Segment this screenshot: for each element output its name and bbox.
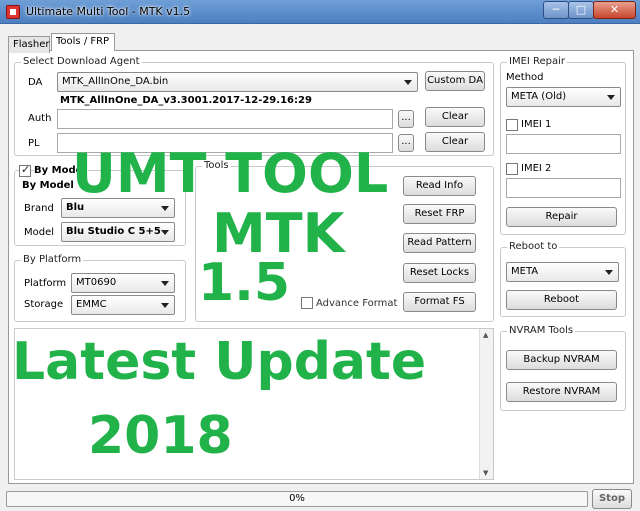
advance-format-checkbox[interactable] (301, 297, 313, 309)
log-scrollbar[interactable]: ▲ ▼ (479, 329, 493, 479)
pl-clear-button[interactable]: Clear (425, 132, 485, 152)
overlay-line-umt-tool: UMT TOOL (72, 142, 389, 205)
by-model-checkbox[interactable]: ✓ (19, 163, 31, 177)
pl-label: PL (28, 138, 40, 149)
backup-nvram-button[interactable]: Backup NVRAM (506, 350, 617, 370)
progress-text: 0% (289, 493, 305, 504)
advance-format-label: Advance Format (316, 298, 398, 309)
chevron-down-icon (161, 281, 169, 286)
pl-browse-button[interactable]: ... (398, 134, 414, 152)
custom-da-button[interactable]: Custom DA (425, 71, 485, 91)
imei2-checkbox[interactable] (506, 163, 518, 175)
nvram-label: NVRAM Tools (507, 325, 576, 336)
reboot-label: Reboot to (507, 241, 560, 252)
repair-button[interactable]: Repair (506, 207, 617, 227)
progress-bar: 0% (6, 491, 588, 507)
chevron-down-icon (161, 303, 169, 308)
overlay-line-latest-update: Latest Update (12, 332, 427, 392)
scroll-up-icon[interactable]: ▲ (483, 331, 488, 339)
chevron-down-icon (607, 95, 615, 100)
imei2-label: IMEI 2 (521, 163, 552, 174)
restore-nvram-button[interactable]: Restore NVRAM (506, 382, 617, 402)
storage-label: Storage (24, 299, 64, 310)
reboot-mode-select[interactable]: META (506, 262, 619, 282)
storage-select[interactable]: EMMC (71, 295, 175, 315)
storage-select-value: EMMC (76, 299, 107, 310)
model-select-value: Blu Studio C 5+5 (66, 226, 161, 237)
model-label: Model (24, 227, 55, 238)
imei2-input[interactable] (506, 178, 621, 198)
reboot-button[interactable]: Reboot (506, 290, 617, 310)
brand-label: Brand (24, 203, 54, 214)
read-pattern-button[interactable]: Read Pattern (403, 233, 476, 253)
check-icon: ✓ (21, 163, 31, 176)
chevron-down-icon (605, 270, 613, 275)
reset-frp-button[interactable]: Reset FRP (403, 204, 476, 224)
method-select-value: META (Old) (511, 91, 567, 102)
by-platform-label: By Platform (21, 254, 84, 265)
da-version-text: MTK_AllInOne_DA_v3.3001.2017-12-29.16:29 (60, 95, 312, 106)
imei1-checkbox[interactable] (506, 119, 518, 131)
by-model-heading: By Model (22, 180, 74, 191)
platform-select[interactable]: MT0690 (71, 273, 175, 293)
maximize-button[interactable]: □ (568, 1, 594, 19)
platform-label: Platform (24, 278, 67, 289)
auth-clear-button[interactable]: Clear (425, 107, 485, 127)
model-select[interactable]: Blu Studio C 5+5 (61, 222, 175, 242)
da-label: DA (28, 77, 43, 88)
tab-tools-frp[interactable]: Tools / FRP (51, 33, 115, 51)
overlay-line-version: 1.5 (198, 253, 291, 313)
app-icon (6, 5, 20, 19)
reset-locks-button[interactable]: Reset Locks (403, 263, 476, 283)
da-select[interactable]: MTK_AllInOne_DA.bin (57, 72, 418, 92)
format-fs-button[interactable]: Format FS (403, 292, 476, 312)
method-select[interactable]: META (Old) (506, 87, 621, 107)
overlay-line-year: 2018 (88, 406, 233, 466)
method-label: Method (506, 72, 544, 83)
minimize-button[interactable]: ─ (543, 1, 569, 19)
imei1-input[interactable] (506, 134, 621, 154)
tab-flasher[interactable]: Flasher (8, 36, 50, 53)
chevron-down-icon (404, 80, 412, 85)
imei-repair-label: IMEI Repair (507, 56, 568, 67)
auth-browse-button[interactable]: ... (398, 110, 414, 128)
da-select-value: MTK_AllInOne_DA.bin (62, 76, 169, 87)
download-agent-label: Select Download Agent (21, 56, 142, 67)
chevron-down-icon (161, 206, 169, 211)
scroll-down-icon[interactable]: ▼ (483, 469, 488, 477)
read-info-button[interactable]: Read Info (403, 176, 476, 196)
platform-select-value: MT0690 (76, 277, 117, 288)
close-button[interactable]: ✕ (593, 1, 636, 19)
imei1-label: IMEI 1 (521, 119, 552, 130)
reboot-mode-value: META (511, 266, 539, 277)
auth-label: Auth (28, 113, 52, 124)
window-title: Ultimate Multi Tool - MTK v1.5 (26, 5, 191, 18)
stop-button[interactable]: Stop (592, 489, 632, 509)
auth-input[interactable] (57, 109, 393, 129)
chevron-down-icon (161, 230, 169, 235)
